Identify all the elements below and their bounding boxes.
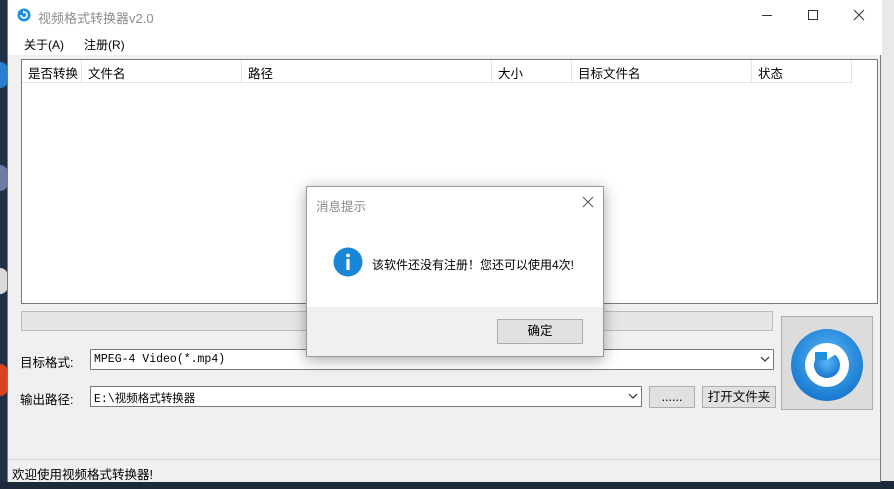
- ok-button[interactable]: 确定: [497, 319, 583, 344]
- minimize-button[interactable]: [744, 0, 790, 31]
- minimize-icon: [762, 15, 772, 16]
- menu-about[interactable]: 关于(A): [24, 36, 64, 53]
- output-path-label: 输出路径:: [20, 393, 74, 407]
- menu-bar: 关于(A) 注册(R): [8, 31, 882, 55]
- title-bar: 视频格式转换器v2.0: [8, 0, 882, 31]
- close-icon: [853, 9, 865, 21]
- app-icon: [17, 8, 31, 22]
- file-list-header: 是否转换 文件名 路径 大小 目标文件名 状态: [22, 60, 852, 83]
- target-format-label: 目标格式:: [20, 356, 74, 370]
- convert-button[interactable]: [781, 316, 873, 410]
- menu-register[interactable]: 注册(R): [84, 36, 125, 53]
- output-path-input[interactable]: E:\视频格式转换器: [90, 386, 642, 407]
- close-icon[interactable]: [581, 195, 595, 209]
- status-bar: 欢迎使用视频格式转换器!: [8, 459, 880, 482]
- refresh-icon: [791, 329, 863, 401]
- close-button[interactable]: [836, 0, 882, 31]
- dialog-title: 消息提示: [316, 200, 367, 214]
- target-format-value: MPEG-4 Video(*.mp4): [94, 353, 226, 366]
- column-size[interactable]: 大小: [492, 60, 572, 82]
- window-title: 视频格式转换器v2.0: [38, 11, 154, 26]
- open-folder-button[interactable]: 打开文件夹: [702, 386, 776, 408]
- chevron-down-icon: [760, 356, 770, 362]
- message-dialog: 消息提示 该软件还没有注册！您还可以使用4次! 确定: [306, 186, 604, 357]
- maximize-button[interactable]: [790, 0, 836, 31]
- status-text: 欢迎使用视频格式转换器!: [12, 468, 153, 482]
- output-path-value: E:\视频格式转换器: [94, 393, 196, 406]
- column-path[interactable]: 路径: [242, 60, 492, 82]
- browse-button[interactable]: ......: [649, 386, 695, 408]
- dialog-footer: 确定: [307, 307, 603, 356]
- column-target-filename[interactable]: 目标文件名: [572, 60, 752, 82]
- dialog-message: 该软件还没有注册！您还可以使用4次!: [372, 258, 575, 272]
- column-filename[interactable]: 文件名: [82, 60, 242, 82]
- chevron-down-icon: [628, 393, 638, 399]
- column-status[interactable]: 状态: [752, 60, 852, 82]
- info-icon: [333, 247, 363, 277]
- maximize-icon: [808, 10, 818, 20]
- column-convert[interactable]: 是否转换: [22, 60, 82, 82]
- desktop-right-edge: [880, 0, 894, 489]
